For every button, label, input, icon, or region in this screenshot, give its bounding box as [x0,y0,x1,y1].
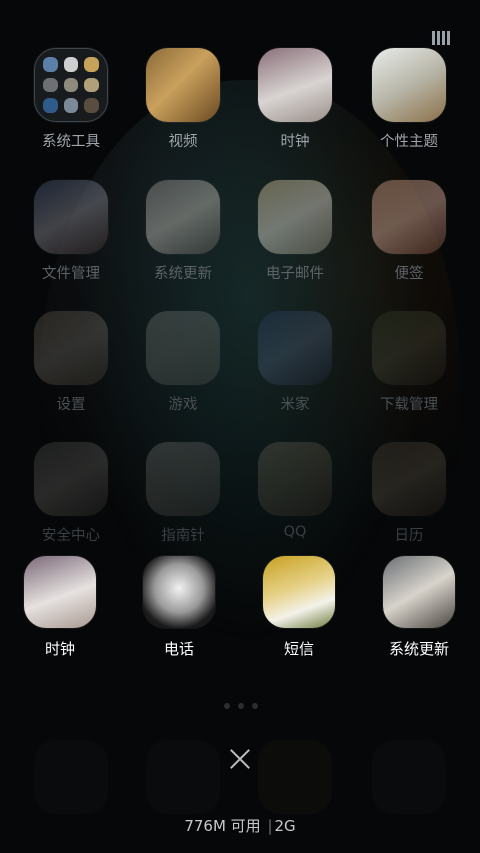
ghost-icon [34,740,108,814]
app-updater[interactable]: 系统更新 [128,180,238,283]
downloads-icon [372,311,446,385]
theme-icon [372,48,446,122]
app-label: 设置 [56,397,86,413]
app-games[interactable]: 游戏 [128,311,238,414]
app-files[interactable]: 文件管理 [16,180,126,283]
dock-app-clock[interactable]: 时钟 [5,556,115,659]
app-label: 系统更新 [154,266,212,282]
phone-icon [143,556,215,628]
ghost-app [240,740,350,814]
app-label: 游戏 [168,397,198,413]
games-icon [146,311,220,385]
app-security[interactable]: 安全中心 [16,442,126,545]
app-label: 视频 [168,134,198,150]
app-clock[interactable]: 时钟 [240,48,350,151]
app-label: 文件管理 [42,266,100,282]
close-icon[interactable] [229,748,251,770]
ghost-icon [146,740,220,814]
folder-icon [34,48,108,122]
dock-label: 系统更新 [388,640,449,658]
ghost-app [128,740,238,814]
bars-icon [432,31,450,45]
clock-icon [258,48,332,122]
dock-label: 电话 [163,640,194,658]
app-compass[interactable]: 指南针 [128,442,238,545]
calendar-icon [372,442,446,516]
updater-icon [146,180,220,254]
app-label: 系统工具 [42,134,100,150]
updater-icon [383,556,455,628]
app-email[interactable]: 电子邮件 [240,180,350,283]
app-video[interactable]: 视频 [128,48,238,151]
ghost-icon [258,740,332,814]
app-label: 米家 [280,397,310,413]
compass-icon [146,442,220,516]
qq-icon [258,442,332,516]
dock-label: 时钟 [44,640,75,658]
network-type: 2G [274,817,296,835]
app-settings[interactable]: 设置 [16,311,126,414]
dock-label: 短信 [283,640,314,658]
notes-icon [372,180,446,254]
dock-app-sms[interactable]: 短信 [244,556,354,659]
dock-app-phone[interactable]: 电话 [124,556,234,659]
dock-app-updater[interactable]: 系统更新 [364,556,474,659]
memory-status: 776M 可用 | 2G [0,815,480,836]
memory-available: 776M 可用 [184,817,261,835]
settings-icon [34,311,108,385]
app-qq[interactable]: QQ [240,442,350,540]
app-label: 便签 [394,266,424,282]
app-downloads[interactable]: 下载管理 [354,311,464,414]
app-label: 安全中心 [42,528,100,544]
page-indicator [224,703,258,709]
app-label: 个性主题 [380,134,438,150]
app-theme[interactable]: 个性主题 [354,48,464,151]
app-label: 电子邮件 [266,266,324,282]
page-dot [252,703,258,709]
clock-icon [24,556,96,628]
email-icon [258,180,332,254]
app-label: 下载管理 [380,397,438,413]
app-mihome[interactable]: 米家 [240,311,350,414]
app-label: 日历 [394,528,424,544]
video-icon [146,48,220,122]
mihome-icon [258,311,332,385]
page-dot [224,703,230,709]
app-folder-system-tools[interactable]: 系统工具 [16,48,126,151]
ghost-icon [372,740,446,814]
ghost-app [16,740,126,814]
app-label: 指南针 [161,528,205,544]
app-notes[interactable]: 便签 [354,180,464,283]
files-icon [34,180,108,254]
app-label: 时钟 [280,134,310,150]
page-dot [238,703,244,709]
ghost-app [354,740,464,814]
app-label: QQ [283,524,307,540]
sms-icon [263,556,335,628]
separator: | [267,817,273,835]
security-icon [34,442,108,516]
app-calendar[interactable]: 日历 [354,442,464,545]
